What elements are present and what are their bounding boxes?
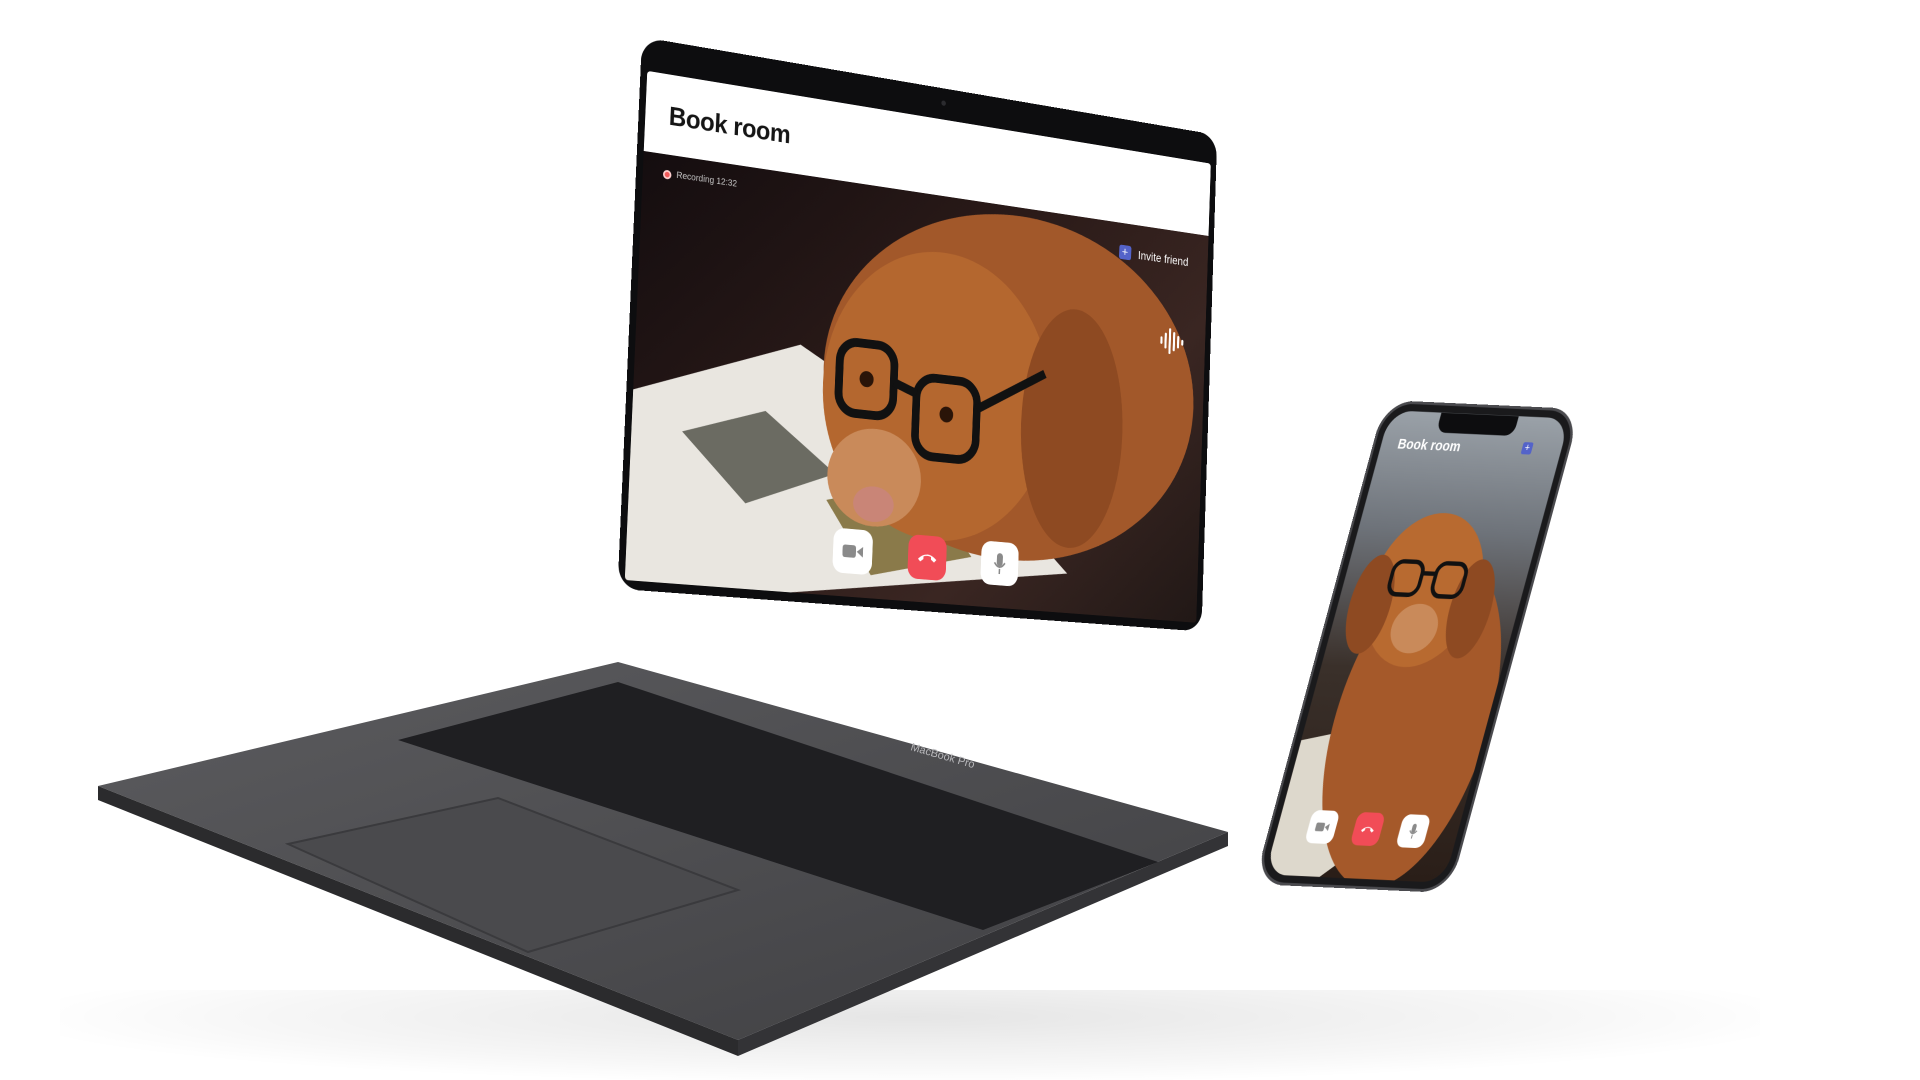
phone-microphone-button[interactable] — [1395, 814, 1432, 849]
phone-hangup-icon — [1361, 826, 1374, 833]
webcam — [941, 100, 946, 107]
video-camera-icon — [842, 544, 864, 558]
recording-dot-icon — [662, 169, 672, 180]
page-title: Book room — [668, 101, 791, 150]
phone-hangup-icon — [917, 553, 937, 563]
phone-screen: Book room + — [1264, 410, 1570, 883]
video-camera-icon — [1314, 822, 1330, 832]
audio-wave-icon — [1159, 326, 1186, 358]
phone-page-title: Book room — [1395, 435, 1463, 455]
microphone-icon — [993, 552, 1007, 576]
phone-device: Book room + — [1253, 400, 1581, 894]
phone-notch — [1436, 412, 1519, 436]
microphone-icon — [1409, 823, 1418, 839]
laptop-base: MacBook Pro — [98, 662, 1228, 1056]
phone-end-call-button[interactable] — [1349, 811, 1386, 847]
microphone-button[interactable] — [980, 540, 1020, 587]
end-call-button[interactable] — [907, 533, 948, 582]
phone-video-toggle-button[interactable] — [1304, 809, 1341, 845]
laptop-screen: Book room Recording 12:32 + Invite frien… — [624, 70, 1211, 623]
plus-icon: + — [1118, 244, 1132, 261]
laptop-lid: Book room Recording 12:32 + Invite frien… — [617, 37, 1218, 632]
video-toggle-button[interactable] — [832, 527, 874, 576]
